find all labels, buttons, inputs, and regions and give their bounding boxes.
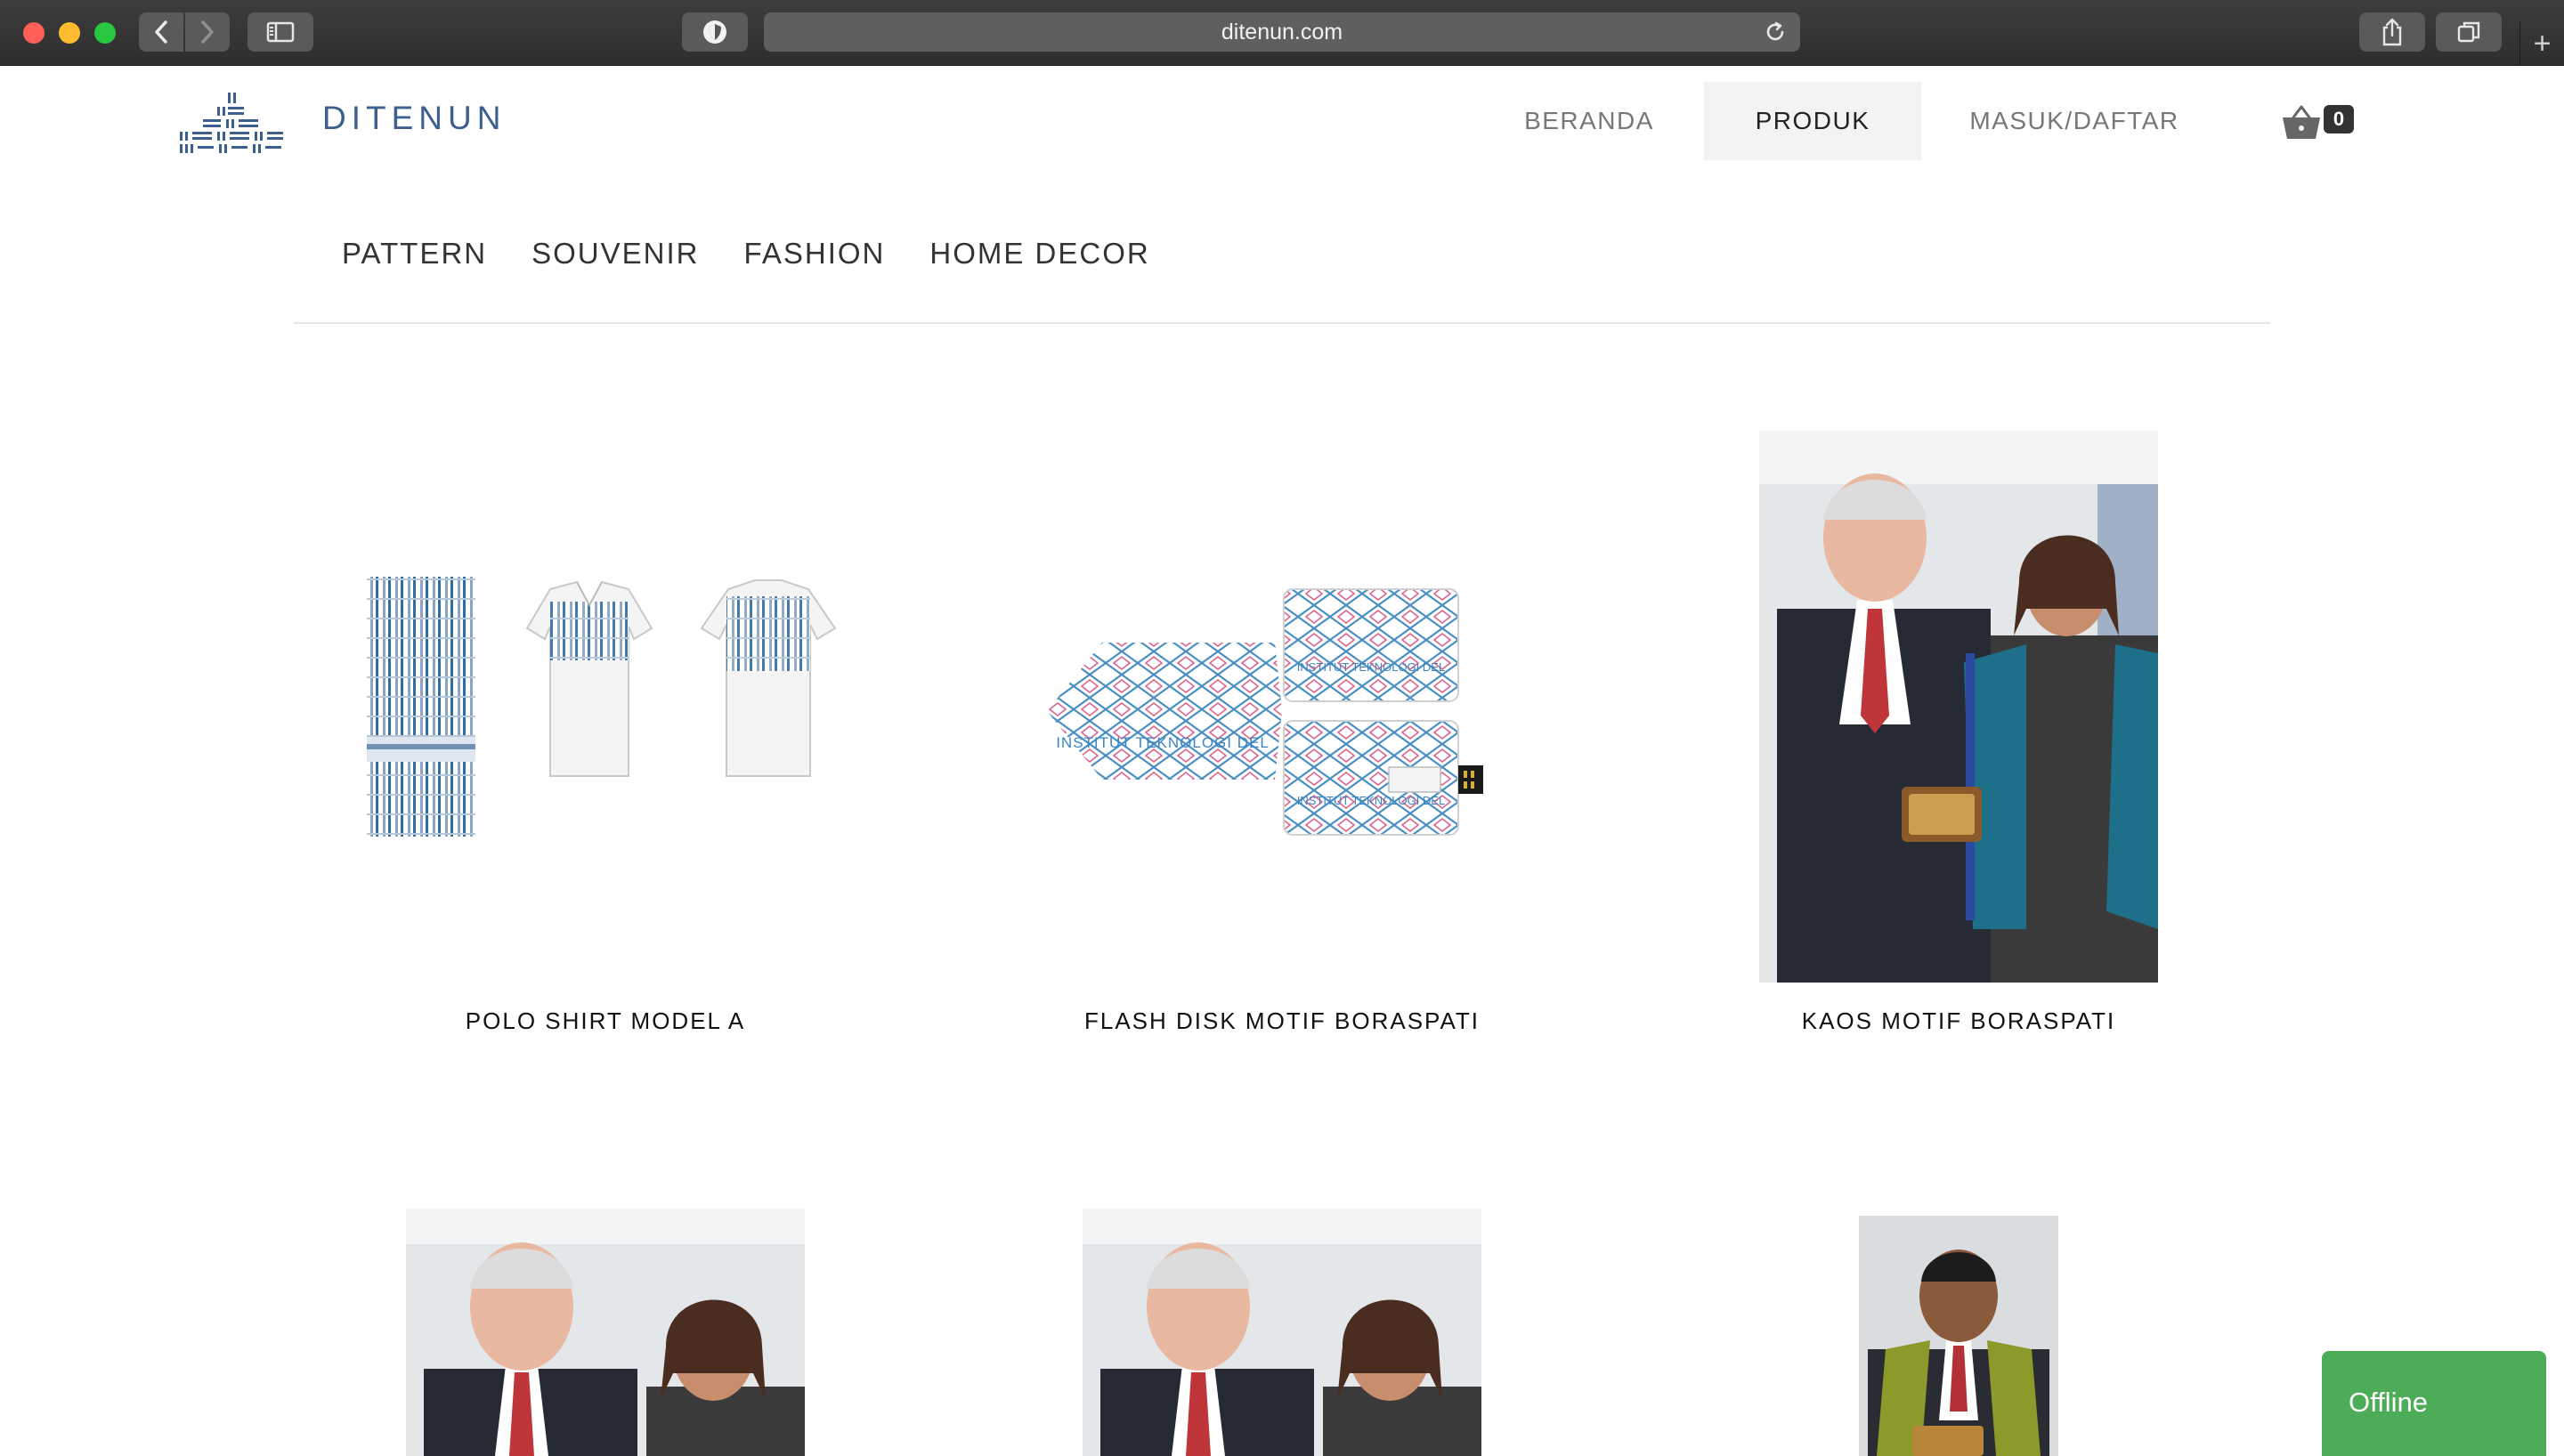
chat-offline-tab[interactable]: Offline <box>2322 1351 2546 1456</box>
back-icon <box>155 20 167 44</box>
product-title[interactable]: POLO SHIRT MODEL A <box>338 1007 872 1035</box>
reload-icon[interactable] <box>1763 20 1788 44</box>
category-divider <box>294 322 2270 324</box>
nav-beranda[interactable]: BERANDA <box>1496 82 1683 160</box>
brand-name[interactable]: DITENUN <box>322 100 506 137</box>
maximize-window-button[interactable] <box>94 22 116 44</box>
close-window-button[interactable] <box>23 22 45 44</box>
product-card-polo[interactable] <box>356 570 855 837</box>
usb-card-label: INSTITUT TEKNOLOGI DEL <box>1056 734 1270 751</box>
privacy-shield-icon <box>703 20 726 44</box>
people-photo-illustration <box>406 1209 805 1456</box>
forward-button[interactable] <box>185 12 230 52</box>
sidebar-button[interactable] <box>247 12 313 52</box>
tabs-overview-icon <box>2457 21 2480 43</box>
category-fashion[interactable]: FASHION <box>744 237 886 271</box>
category-pattern[interactable]: PATTERN <box>342 237 487 271</box>
cart-count-badge: 0 <box>2324 105 2354 133</box>
browser-toolbar: ditenun.com + <box>0 0 2564 66</box>
category-nav: PATTERN SOUVENIR FASHION HOME DECOR <box>342 237 1150 271</box>
product-photo[interactable] <box>1083 1209 1481 1456</box>
kaos-product-photo[interactable] <box>1759 431 2158 983</box>
product-card-flash-disk[interactable]: INSTITUT TEKNOLOGI DEL INSTITUT TEKNOLOG… <box>1042 582 1522 840</box>
tab-overview-button[interactable] <box>2436 12 2502 52</box>
category-souvenir[interactable]: SOUVENIR <box>531 237 699 271</box>
usb-card-label: INSTITUT TEKNOLOGI DEL <box>1297 660 1445 674</box>
flash-disk-product-image: INSTITUT TEKNOLOGI DEL INSTITUT TEKNOLOG… <box>1047 588 1483 836</box>
cart-button[interactable]: 0 <box>2281 101 2356 142</box>
man-photo-illustration <box>1859 1216 2058 1456</box>
share-icon <box>2382 18 2402 46</box>
nav-produk[interactable]: PRODUK <box>1704 82 1921 160</box>
usb-card-label: INSTITUT TEKNOLOGI DEL <box>1297 794 1445 807</box>
category-home-decor[interactable]: HOME DECOR <box>929 237 1149 271</box>
people-photo-illustration <box>1759 431 2158 983</box>
address-bar[interactable]: ditenun.com <box>764 12 1800 52</box>
nav-masuk-daftar[interactable]: MASUK/DAFTAR <box>1944 82 2204 160</box>
new-tab-button[interactable]: + <box>2519 21 2564 66</box>
privacy-report-button[interactable] <box>682 12 748 52</box>
product-title[interactable]: FLASH DISK MOTIF BORASPATI <box>1015 1007 1549 1035</box>
ditenun-logo-icon[interactable] <box>176 91 287 153</box>
share-button[interactable] <box>2359 12 2425 52</box>
product-title[interactable]: KAOS MOTIF BORASPATI <box>1692 1007 2226 1035</box>
polo-shirt-product-image <box>367 577 837 837</box>
url-text: ditenun.com <box>1221 19 1343 44</box>
back-button[interactable] <box>139 12 183 52</box>
minimize-window-button[interactable] <box>59 22 80 44</box>
forward-icon <box>201 20 214 44</box>
product-photo[interactable] <box>406 1209 805 1456</box>
sidebar-icon <box>266 21 295 43</box>
basket-icon <box>2283 105 2320 139</box>
product-photo[interactable] <box>1859 1216 2058 1456</box>
people-photo-illustration <box>1083 1209 1481 1456</box>
